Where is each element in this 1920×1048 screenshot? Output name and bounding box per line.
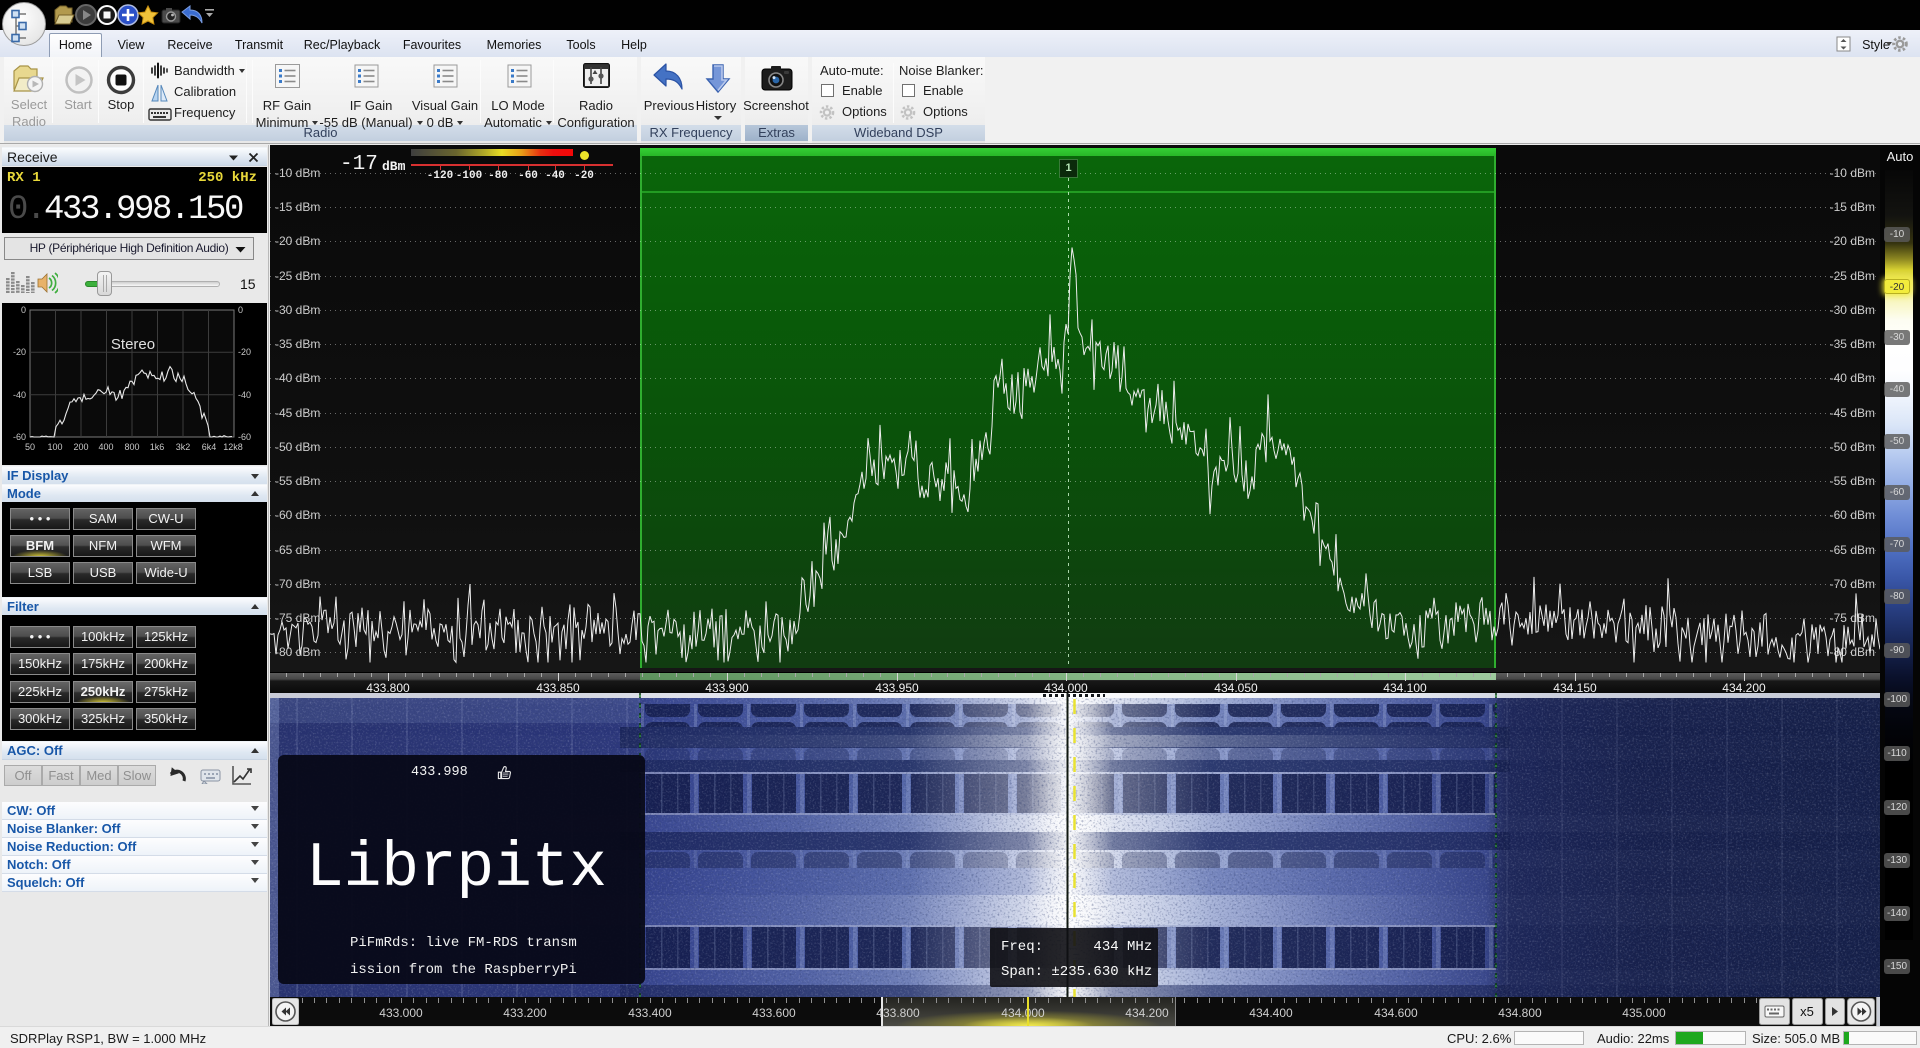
svg-text:6k4: 6k4 [202, 442, 217, 452]
svg-text:-40: -40 [13, 390, 26, 400]
svg-text:-40: -40 [238, 390, 251, 400]
svg-text:0: 0 [21, 305, 26, 315]
svg-text:50: 50 [25, 442, 35, 452]
svg-text:200: 200 [73, 442, 88, 452]
svg-text:100: 100 [47, 442, 62, 452]
svg-text:800: 800 [124, 442, 139, 452]
svg-text:-60: -60 [13, 432, 26, 442]
svg-text:-20: -20 [238, 347, 251, 357]
svg-text:12k8: 12k8 [223, 442, 243, 452]
svg-text:x5: x5 [1800, 1004, 1814, 1019]
svg-text:400: 400 [98, 442, 113, 452]
svg-text:-60: -60 [238, 432, 251, 442]
svg-text:-20: -20 [13, 347, 26, 357]
svg-text:1k6: 1k6 [150, 442, 165, 452]
svg-text:0: 0 [238, 305, 243, 315]
svg-text:3k2: 3k2 [176, 442, 191, 452]
svg-text:Stereo: Stereo [111, 336, 155, 353]
